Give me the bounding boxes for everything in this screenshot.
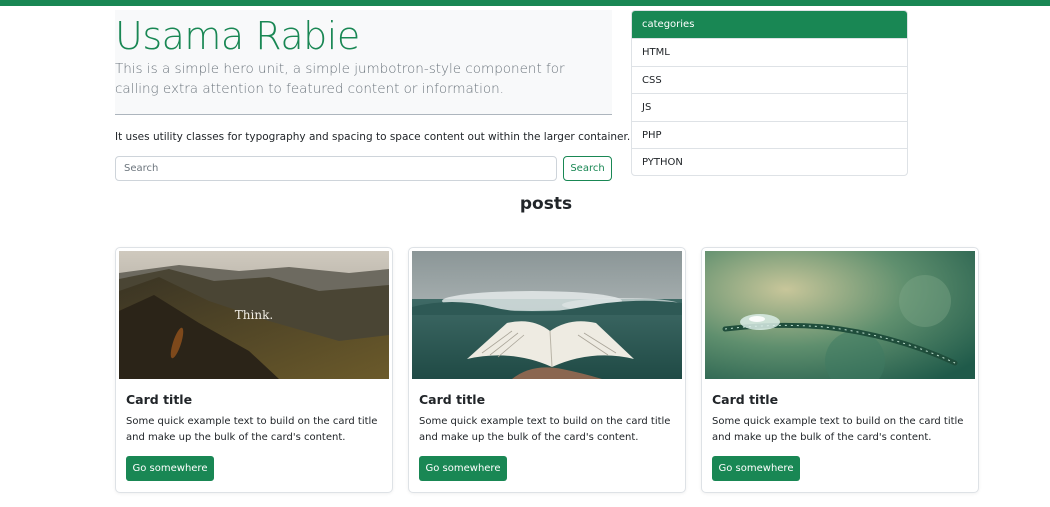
category-item-js[interactable]: JS — [632, 93, 907, 120]
posts-heading: posts — [519, 194, 573, 214]
card-title: Card title — [712, 392, 779, 407]
hero-title: Usama Rabie — [115, 14, 360, 58]
category-item-html[interactable]: HTML — [632, 38, 907, 65]
post-card: Think. Card title Some quick example tex… — [115, 247, 393, 493]
card-text: Some quick example text to build on the … — [419, 416, 671, 443]
hero-jumbotron: Usama Rabie This is a simple hero unit, … — [115, 10, 612, 115]
categories-header[interactable]: categories — [632, 11, 907, 39]
hero-text: It uses utility classes for typography a… — [115, 131, 631, 143]
card-title: Card title — [126, 392, 193, 407]
post-card: Card title Some quick example text to bu… — [701, 247, 979, 493]
category-item-php[interactable]: PHP — [632, 120, 907, 148]
card-image-mountains: Think. — [119, 251, 389, 379]
search-button[interactable]: Search — [563, 156, 612, 181]
go-somewhere-button[interactable]: Go somewhere — [126, 456, 214, 481]
category-item-python[interactable]: PYTHON — [632, 147, 907, 175]
go-somewhere-button[interactable]: Go somewhere — [712, 456, 800, 481]
card-title: Card title — [419, 392, 486, 407]
card-image-caption: Think. — [235, 308, 273, 322]
hero-lead: This is a simple hero unit, a simple jum… — [115, 61, 565, 97]
top-accent-bar — [0, 0, 1050, 6]
card-text: Some quick example text to build on the … — [712, 416, 964, 443]
card-image-water-drop — [705, 251, 975, 379]
card-image-book — [412, 251, 682, 379]
search-input[interactable] — [115, 156, 557, 181]
card-text: Some quick example text to build on the … — [126, 416, 378, 443]
category-item-css[interactable]: CSS — [632, 65, 907, 93]
categories-list: categories HTML CSS JS PHP PYTHON — [631, 10, 908, 177]
post-card: Card title Some quick example text to bu… — [408, 247, 686, 493]
go-somewhere-button[interactable]: Go somewhere — [419, 456, 507, 481]
